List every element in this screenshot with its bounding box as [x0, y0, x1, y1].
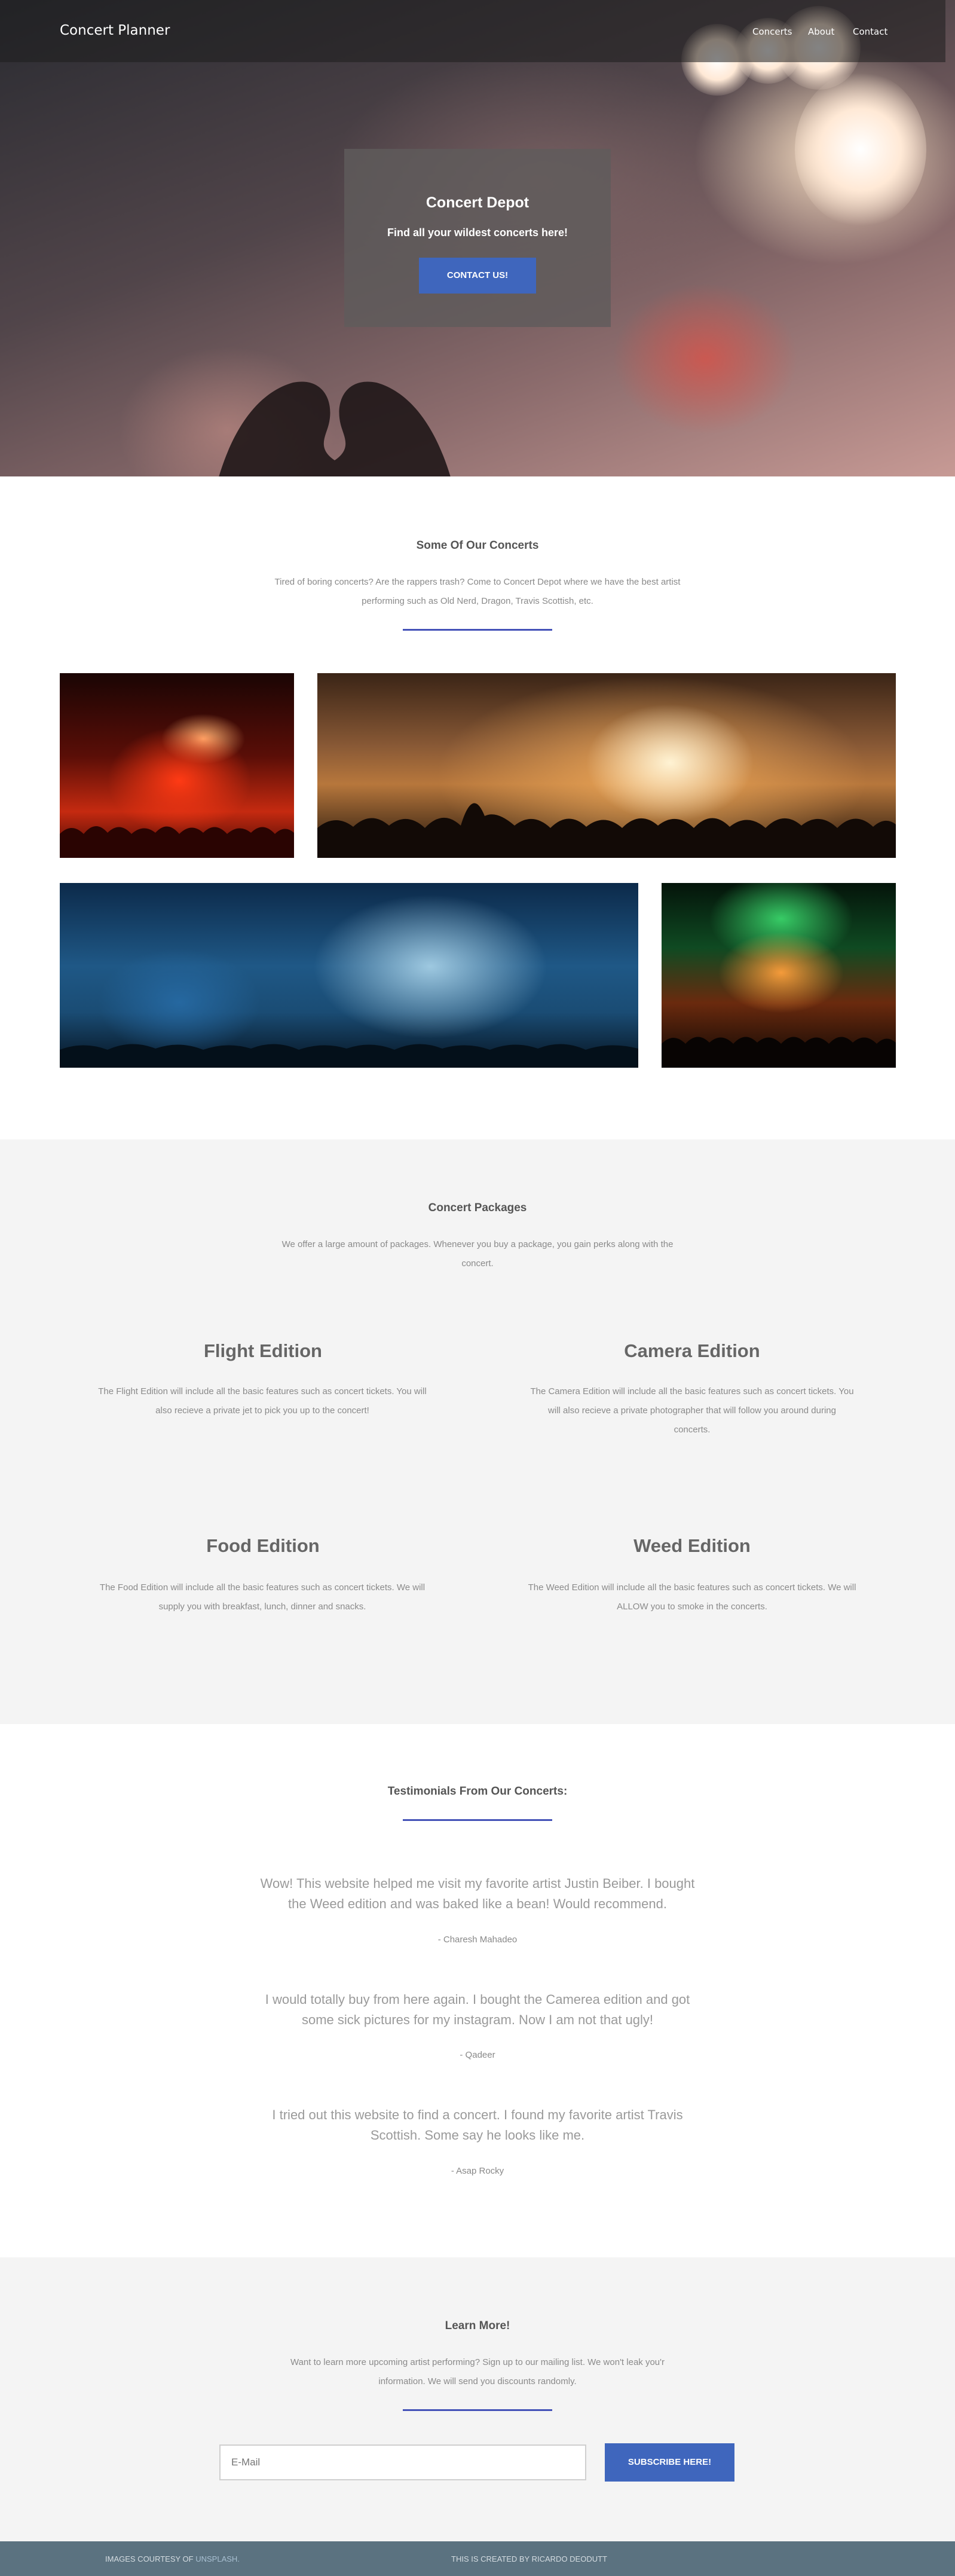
testimonial-author: - Charesh Mahadeo — [437, 1935, 518, 1945]
learn-more-text-line1: Want to learn more upcoming artist perfo… — [290, 2357, 665, 2367]
learn-more-section — [0, 2257, 955, 2541]
package-text-line: The Camera Edition will include all the … — [530, 1386, 854, 1397]
footer-credits: IMAGES COURTESY OF UNSPLASH. — [105, 2554, 240, 2563]
quote-line: Scottish. Some say he looks like me. — [370, 2128, 585, 2143]
quote-line: I would totally buy from here again. I b… — [265, 1992, 690, 2007]
package-title-food: Food Edition — [206, 1535, 320, 1556]
heart-hands-silhouette — [219, 381, 451, 476]
concert-photo-green-lasers — [662, 883, 896, 1068]
unsplash-link[interactable]: UNSPLASH. — [195, 2554, 240, 2563]
package-title-weed: Weed Edition — [633, 1535, 751, 1556]
package-text-line: The Food Edition will include all the ba… — [99, 1582, 426, 1593]
hero-section: Concert Planner Concerts About Contact C… — [0, 0, 955, 476]
nav-link-contact[interactable]: Contact — [853, 26, 887, 37]
package-text-food: The Food Edition will include all the ba… — [83, 1578, 442, 1617]
crowd-silhouette — [317, 803, 896, 858]
learn-more-title: Learn More! — [445, 2320, 510, 2332]
crowd-silhouette — [662, 1037, 896, 1068]
quote-line: Wow! This website helped me visit my fav… — [260, 1876, 695, 1891]
package-text-flight: The Flight Edition will include all the … — [83, 1382, 442, 1420]
package-text-weed: The Weed Edition will include all the ba… — [513, 1578, 871, 1617]
quote-line: I tried out this website to find a conce… — [272, 2107, 683, 2122]
concerts-title: Some Of Our Concerts — [416, 539, 539, 552]
footer-author: THIS IS CREATED BY RICARDO DEODUTT — [451, 2554, 607, 2563]
testimonial-quote: I would totally buy from here again. I b… — [253, 1990, 702, 2030]
footer-credits-prefix: IMAGES COURTESY OF — [105, 2554, 194, 2563]
concert-photo-golden-crowd — [317, 673, 896, 858]
section-divider — [403, 2409, 552, 2411]
hero-subtitle: Find all your wildest concerts here! — [387, 227, 568, 239]
quote-line: the Weed edition and was baked like a be… — [288, 1896, 667, 1911]
nav-link-concerts[interactable]: Concerts — [752, 26, 792, 37]
subscribe-button[interactable]: SUBSCRIBE HERE! — [605, 2443, 734, 2482]
concert-photo-blue-stage — [60, 883, 638, 1068]
package-text-line: will also recieve a private photographer… — [548, 1405, 836, 1416]
package-text-line: The Flight Edition will include all the … — [98, 1386, 427, 1397]
crowd-silhouette — [60, 826, 294, 858]
concert-photo-red-stage — [60, 673, 294, 858]
testimonials-title: Testimonials From Our Concerts: — [387, 1785, 568, 1798]
package-title-camera: Camera Edition — [624, 1340, 760, 1361]
package-text-line: The Weed Edition will include all the ba… — [528, 1582, 856, 1593]
packages-title: Concert Packages — [428, 1202, 527, 1214]
quote-line: some sick pictures for my instagram. Now… — [301, 2012, 654, 2027]
section-divider — [403, 1819, 552, 1821]
learn-more-text-line2: information. We will send you discounts … — [378, 2376, 577, 2386]
footer: IMAGES COURTESY OF UNSPLASH. THIS IS CRE… — [0, 2541, 955, 2576]
testimonial-author: - Asap Rocky — [451, 2166, 504, 2176]
testimonial-author: - Qadeer — [460, 2050, 495, 2060]
package-text-line: concerts. — [674, 1425, 711, 1435]
nav-link-about[interactable]: About — [808, 26, 834, 37]
package-text-line: ALLOW you to smoke in the concerts. — [617, 1602, 767, 1612]
hero-card: Concert Depot Find all your wildest conc… — [344, 149, 611, 327]
contact-us-button[interactable]: CONTACT US! — [419, 258, 536, 294]
navbar: Concert Planner Concerts About Contact — [0, 0, 945, 62]
crowd-silhouette — [60, 1044, 638, 1068]
testimonial-quote: Wow! This website helped me visit my fav… — [253, 1874, 702, 1914]
packages-text-line1: We offer a large amount of packages. Whe… — [281, 1239, 674, 1249]
testimonial-quote: I tried out this website to find a conce… — [253, 2105, 702, 2146]
package-text-camera: The Camera Edition will include all the … — [513, 1382, 871, 1440]
section-divider — [403, 629, 552, 631]
hero-title: Concert Depot — [426, 194, 529, 211]
stage-light — [795, 72, 926, 227]
email-input[interactable] — [219, 2444, 586, 2480]
concerts-text-line2: performing such as Old Nerd, Dragon, Tra… — [362, 596, 593, 606]
package-title-flight: Flight Edition — [203, 1340, 322, 1361]
packages-text-line2: concert. — [461, 1258, 494, 1269]
concerts-text-line1: Tired of boring concerts? Are the rapper… — [274, 577, 681, 587]
package-text-line: also recieve a private jet to pick you u… — [155, 1405, 369, 1416]
brand-logo[interactable]: Concert Planner — [60, 23, 170, 38]
package-text-line: supply you with breakfast, lunch, dinner… — [158, 1602, 366, 1612]
